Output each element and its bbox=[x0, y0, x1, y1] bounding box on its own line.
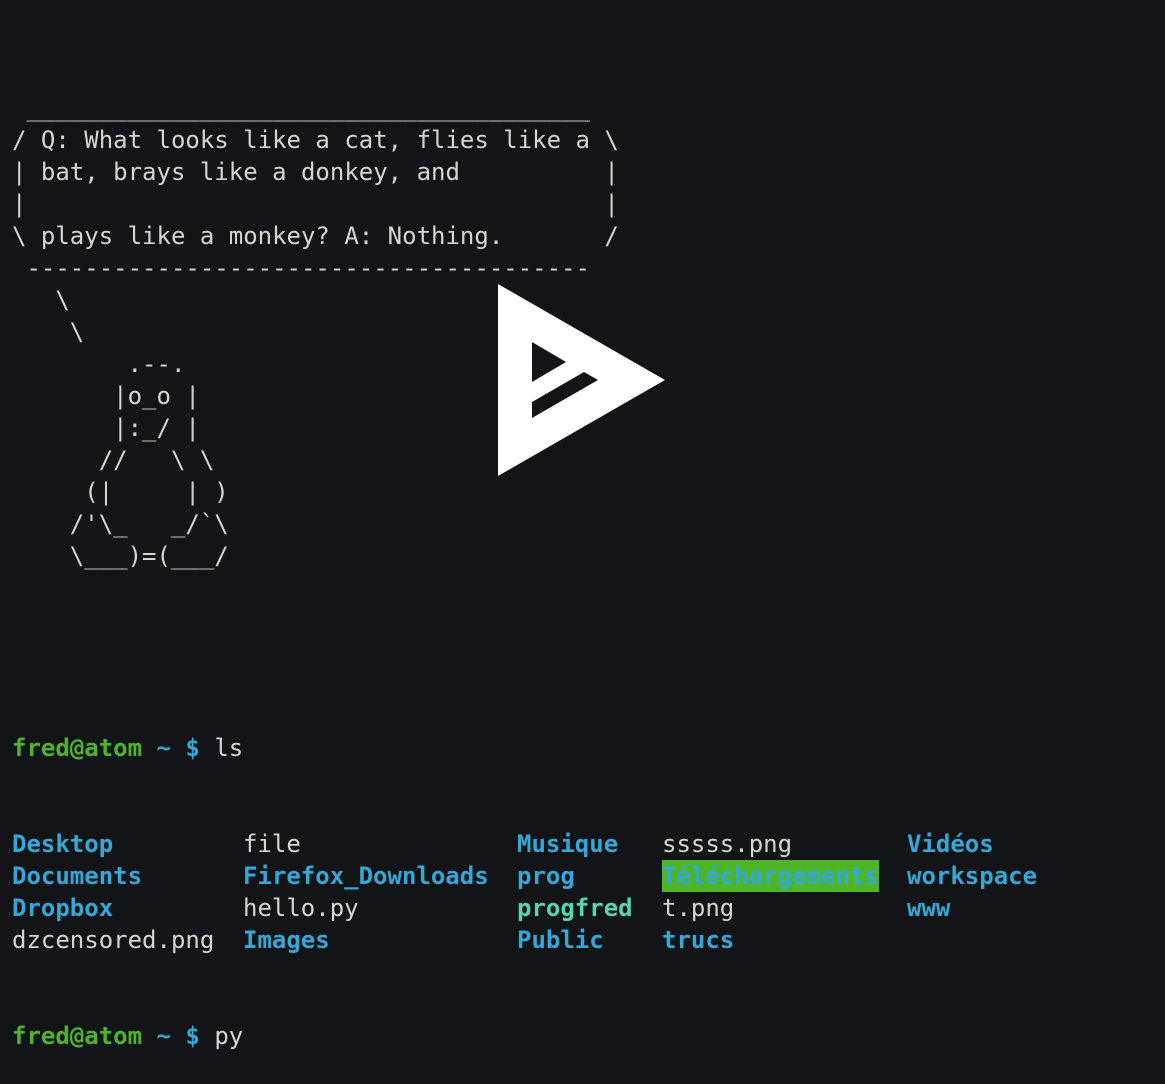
cowsay-line: /'\_ _/`\ bbox=[12, 510, 229, 538]
cowsay-line: _______________________________________ bbox=[12, 94, 590, 122]
command-input[interactable]: py bbox=[214, 1022, 243, 1050]
cowsay-line: \ plays like a monkey? A: Nothing. / bbox=[12, 222, 619, 250]
listing-directory: Téléchargements bbox=[662, 860, 879, 892]
prompt-line-current[interactable]: fred@atom ~ $ py bbox=[12, 1020, 619, 1052]
listing-directory: Musique bbox=[517, 830, 619, 858]
prompt-user-host: fred@atom bbox=[12, 734, 143, 762]
listing-directory: progfred bbox=[517, 894, 633, 922]
cowsay-line: --------------------------------------- bbox=[12, 254, 590, 282]
listing-directory: Documents bbox=[12, 862, 143, 890]
listing-directory: Public bbox=[517, 926, 604, 954]
listing-file: dzcensored.png bbox=[12, 926, 215, 954]
prompt-path: ~ bbox=[156, 1022, 171, 1050]
cowsay-line: | | bbox=[12, 190, 619, 218]
prompt-symbol: $ bbox=[185, 734, 200, 762]
listing-directory: trucs bbox=[662, 926, 735, 954]
listing-directory: www bbox=[907, 894, 951, 922]
command-ls: ls bbox=[214, 734, 244, 762]
cowsay-line: (| | ) bbox=[12, 478, 229, 506]
cowsay-line: \___)=(___/ bbox=[12, 542, 229, 570]
listing-directory: prog bbox=[517, 862, 575, 890]
listing-directory: Vidéos bbox=[907, 830, 994, 858]
ls-listing: Desktop Documents Dropbox dzcensored.png fil… bbox=[12, 828, 1037, 956]
listing-directory: Firefox_Downloads bbox=[243, 862, 489, 890]
listing-directory: Dropbox bbox=[12, 894, 114, 922]
prompt-user-host: fred@atom bbox=[12, 1022, 143, 1050]
prompt-path: ~ bbox=[156, 734, 171, 762]
listing-directory: workspace bbox=[907, 862, 1038, 890]
listing-file: file bbox=[243, 830, 301, 858]
listing-directory: Images bbox=[243, 926, 330, 954]
listing-file: sssss.png bbox=[662, 830, 793, 858]
play-logo-icon[interactable] bbox=[498, 284, 666, 476]
listing-directory: Desktop bbox=[12, 830, 114, 858]
terminal-output: _______________________________________ /… bbox=[12, 28, 1037, 1084]
prompt-line-ls: fred@atom ~ $ ls bbox=[12, 732, 619, 764]
listing-file: t.png bbox=[662, 894, 735, 922]
prompt-symbol: $ bbox=[185, 1022, 200, 1050]
cowsay-line: | bat, brays like a donkey, and | bbox=[12, 158, 619, 186]
listing-file: hello.py bbox=[243, 894, 359, 922]
cowsay-line: / Q: What looks like a cat, flies like a… bbox=[12, 126, 619, 154]
